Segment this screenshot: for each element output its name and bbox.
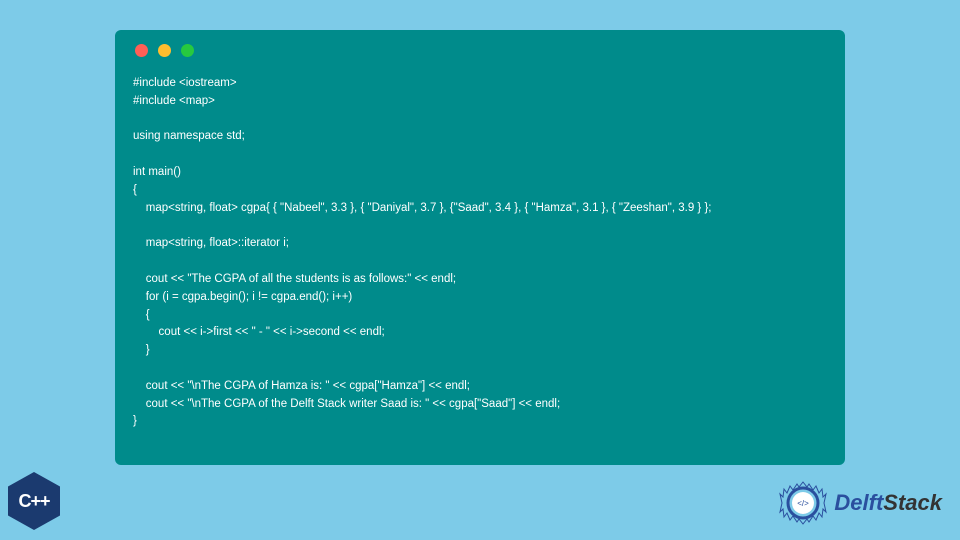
- code-line: cout << i->first << " - " << i->second <…: [133, 326, 385, 338]
- code-line: cout << "\nThe CGPA of Hamza is: " << cg…: [133, 380, 470, 392]
- code-line: cout << "\nThe CGPA of the Delft Stack w…: [133, 398, 560, 410]
- code-window: #include <iostream> #include <map> using…: [115, 30, 845, 465]
- code-line: cout << "The CGPA of all the students is…: [133, 273, 456, 285]
- cpp-label: C++: [18, 491, 49, 512]
- close-icon: [135, 44, 148, 57]
- code-line: for (i = cgpa.begin(); i != cgpa.end(); …: [133, 291, 352, 303]
- brand-name-2: Stack: [883, 490, 942, 515]
- code-line: }: [133, 344, 150, 356]
- minimize-icon: [158, 44, 171, 57]
- delftstack-logo: </> DelftStack: [778, 478, 942, 528]
- code-line: #include <map>: [133, 95, 215, 107]
- maximize-icon: [181, 44, 194, 57]
- code-line: using namespace std;: [133, 130, 245, 142]
- code-line: {: [133, 184, 137, 196]
- svg-text:</>: </>: [798, 499, 810, 508]
- cpp-badge: C++: [8, 472, 60, 530]
- code-line: map<string, float>::iterator i;: [133, 237, 289, 249]
- code-line: }: [133, 415, 137, 427]
- brand-name-1: Delft: [834, 490, 883, 515]
- code-line: int main(): [133, 166, 181, 178]
- delftstack-text: DelftStack: [834, 490, 942, 516]
- hexagon-icon: C++: [8, 472, 60, 530]
- window-controls: [133, 42, 827, 57]
- code-block: #include <iostream> #include <map> using…: [133, 75, 827, 431]
- code-line: #include <iostream>: [133, 77, 237, 89]
- code-line: map<string, float> cgpa{ { "Nabeel", 3.3…: [133, 202, 712, 214]
- delftstack-icon: </>: [778, 478, 828, 528]
- code-line: {: [133, 309, 150, 321]
